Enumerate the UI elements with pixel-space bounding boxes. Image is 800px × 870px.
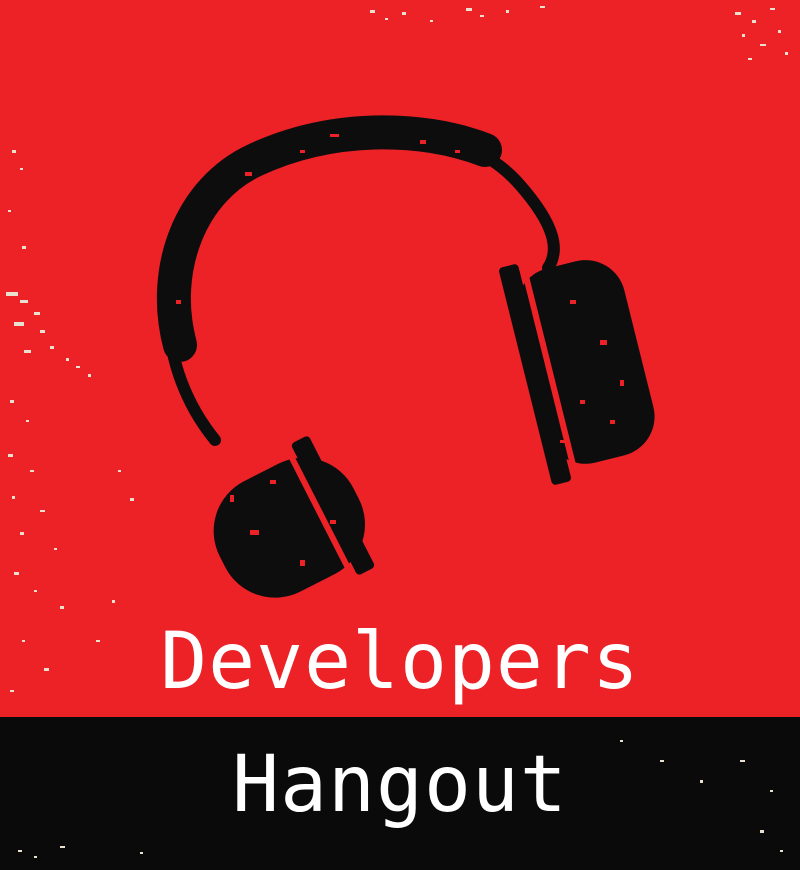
headphones-icon	[156, 115, 655, 598]
title-line-developers: Developers	[160, 617, 640, 707]
podcast-cover: Developers Hangout	[0, 0, 800, 870]
title-line-hangout: Hangout	[232, 740, 568, 830]
